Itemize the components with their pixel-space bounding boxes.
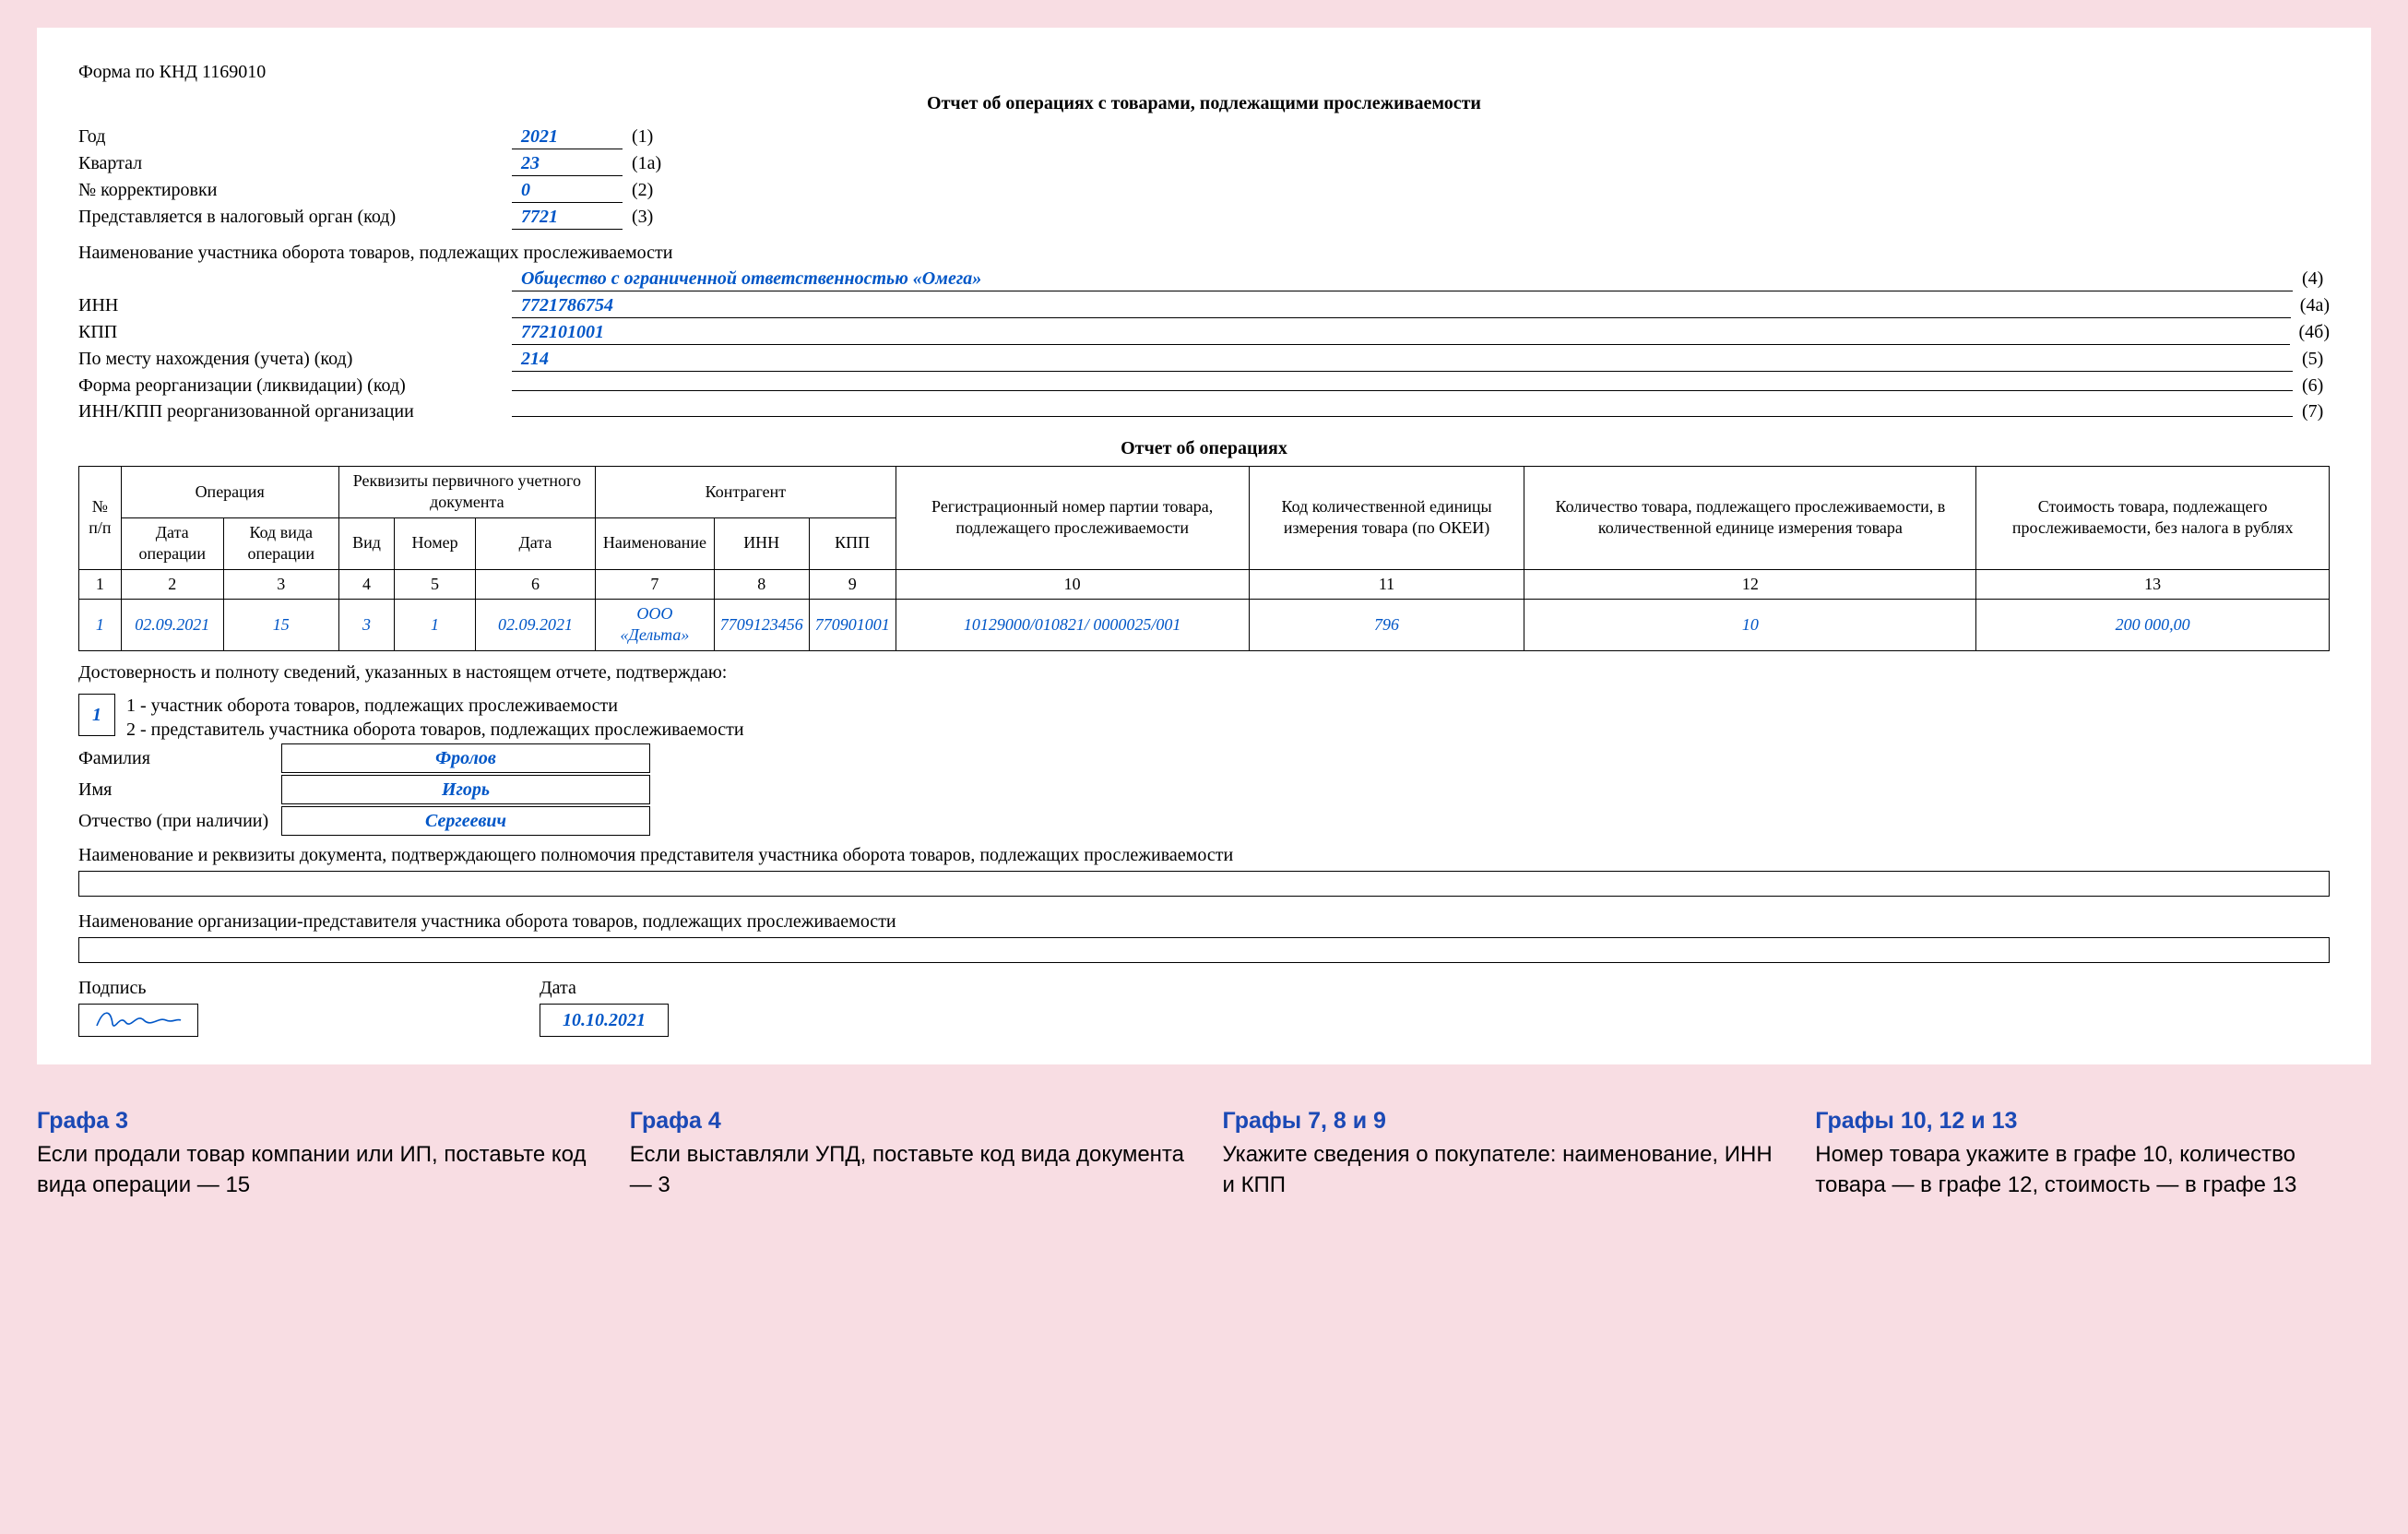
form-code: Форма по КНД 1169010 bbox=[78, 60, 2330, 84]
field-quarter: Квартал 23 (1а) bbox=[78, 151, 2330, 176]
col-regnum: Регистрационный номер партии товара, под… bbox=[896, 467, 1249, 570]
col-num: № п/п bbox=[79, 467, 122, 570]
col-qty: Количество товара, подлежащего прослежив… bbox=[1524, 467, 1976, 570]
field-kpp: КПП 772101001 (4б) bbox=[78, 320, 2330, 345]
row-name: Имя Игорь bbox=[78, 775, 2330, 804]
col-number-row: 1 2 3 4 5 6 7 8 9 10 11 12 13 bbox=[79, 569, 2330, 599]
legend-2: 2 - представитель участника оборота това… bbox=[126, 718, 744, 742]
org-name-label: Наименование участника оборота товаров, … bbox=[78, 241, 2330, 265]
col-op: Операция bbox=[121, 467, 338, 518]
col-doc: Реквизиты первичного учетного документа bbox=[338, 467, 596, 518]
confirm-intro: Достоверность и полноту сведений, указан… bbox=[78, 660, 2330, 684]
callout-101213: Графы 10, 12 и 13 Номер товара укажите в… bbox=[1815, 1106, 2371, 1201]
date-box: 10.10.2021 bbox=[540, 1004, 669, 1037]
doc-auth-box bbox=[78, 871, 2330, 897]
field-location: По месту нахождения (учета) (код) 214 (5… bbox=[78, 347, 2330, 372]
field-reorg-form: Форма реорганизации (ликвидации) (код) (… bbox=[78, 374, 2330, 398]
col-unitcode: Код коли­чественной единицы измерения то… bbox=[1249, 467, 1524, 570]
operations-table: № п/п Операция Реквизиты первичного учет… bbox=[78, 466, 2330, 651]
form-page: Форма по КНД 1169010 Отчет об операциях … bbox=[37, 28, 2371, 1064]
label: Год bbox=[78, 125, 512, 149]
callout-789: Графы 7, 8 и 9 Укажите сведения о по­куп… bbox=[1223, 1106, 1779, 1201]
legend-1: 1 - участник оборота товаров, подлежащих… bbox=[126, 694, 744, 718]
signature-label: Подпись bbox=[78, 976, 540, 1000]
callouts-row: Графа 3 Если продали товар компании или … bbox=[0, 1088, 2408, 1238]
table-row: 1 02.09.2021 15 3 1 02.09.2021 ООО «Дель… bbox=[79, 599, 2330, 650]
field-inn: ИНН 7721786754 (4а) bbox=[78, 293, 2330, 318]
callout-4: Графа 4 Если выставляли УПД, поставьте к… bbox=[630, 1106, 1186, 1201]
field-tax-auth: Представляется в налоговый орган (код) 7… bbox=[78, 205, 2330, 230]
org-rep-box bbox=[78, 937, 2330, 963]
doc-auth-label: Наименование и реквизиты документа, подт… bbox=[78, 843, 2330, 867]
form-title: Отчет об операциях с товарами, подлежащи… bbox=[78, 91, 2330, 115]
col-cp: Контрагент bbox=[596, 467, 896, 518]
col-dockind: Вид bbox=[338, 517, 395, 569]
field-correction: № корректировки 0 (2) bbox=[78, 178, 2330, 203]
signature-box bbox=[78, 1004, 198, 1037]
org-rep-label: Наименование организации-представителя у… bbox=[78, 910, 2330, 933]
suffix: (1) bbox=[623, 125, 659, 149]
confirm-legend: 1 1 - участник оборота товаров, подлежащ… bbox=[78, 694, 2330, 742]
date-label: Дата bbox=[540, 976, 669, 1000]
col-cost: Стоимость товара, подлежащего прослежива… bbox=[1976, 467, 2330, 570]
row-surname: Фамилия Фролов bbox=[78, 743, 2330, 773]
field-year: Год 2021 (1) bbox=[78, 125, 2330, 149]
callout-3: Графа 3 Если продали товар компании или … bbox=[37, 1106, 593, 1201]
col-opdate: Дата операции bbox=[121, 517, 223, 569]
value: 2021 bbox=[512, 125, 623, 149]
col-cpkpp: КПП bbox=[809, 517, 896, 569]
row-patronymic: Отчество (при наличии) Сергеевич bbox=[78, 806, 2330, 836]
col-cpinn: ИНН bbox=[714, 517, 809, 569]
signature-icon bbox=[92, 1007, 184, 1033]
col-cpname: Наименование bbox=[596, 517, 715, 569]
ops-subtitle: Отчет об операциях bbox=[78, 436, 2330, 460]
col-opcode: Код вида операции bbox=[223, 517, 338, 569]
field-org-name: Общество с ограниченной ответственностью… bbox=[78, 267, 2330, 291]
field-reorg-inn-kpp: ИНН/КПП реорганизованной организации (7) bbox=[78, 399, 2330, 423]
col-docdate: Дата bbox=[475, 517, 595, 569]
col-docnum: Номер bbox=[395, 517, 475, 569]
confirm-code-box: 1 bbox=[78, 694, 115, 736]
